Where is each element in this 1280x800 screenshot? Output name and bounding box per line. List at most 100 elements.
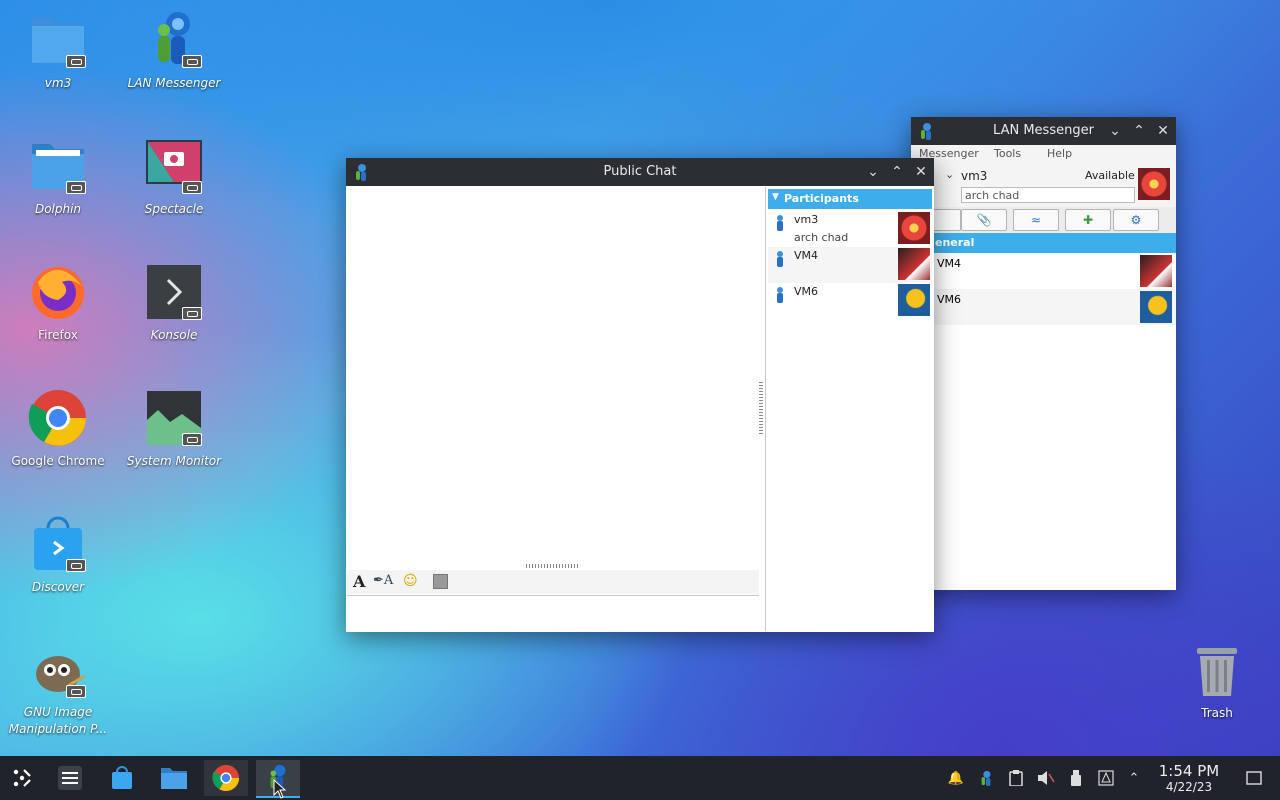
desktop-icon-label: Firefox — [38, 328, 78, 342]
participant-item[interactable]: vm3 arch chad — [768, 211, 932, 247]
shopping-bag-icon — [112, 766, 132, 789]
participant-avatar — [898, 212, 930, 244]
usb-device-icon[interactable] — [1066, 768, 1086, 788]
font-icon[interactable]: A — [353, 572, 365, 591]
message-history[interactable] — [347, 187, 759, 563]
minimize-button[interactable]: ⌄ — [864, 162, 882, 182]
minimize-button[interactable]: ⌄ — [1106, 121, 1124, 141]
clipboard-icon[interactable] — [1006, 768, 1026, 788]
avatar[interactable] — [1138, 168, 1170, 200]
desktop-icon-spectacle[interactable]: Spectacle — [119, 136, 229, 218]
note-input[interactable] — [961, 187, 1135, 203]
desktop-icon-label: Discover — [31, 580, 85, 594]
close-button[interactable]: ✕ — [912, 162, 930, 182]
titlebar[interactable]: Public Chat ⌄ ⌃ ✕ — [346, 158, 934, 186]
maximize-button[interactable]: ⌃ — [888, 162, 906, 182]
folder-icon — [28, 136, 88, 196]
participant-name: vm3 — [794, 213, 819, 226]
clock-time: 1:54 PM — [1158, 762, 1220, 780]
mouse-cursor-icon — [273, 779, 287, 799]
application-launcher-button[interactable] — [0, 760, 44, 796]
contact-item[interactable]: VM4 — [933, 253, 1176, 289]
contact-list: VM4 VM6 — [911, 253, 1176, 333]
desktop-icon-discover[interactable]: Discover — [3, 514, 113, 596]
status-dropdown-icon[interactable]: ⌄ — [945, 168, 954, 181]
lan-messenger-icon — [144, 10, 204, 70]
desktop-icon-system-monitor[interactable]: System Monitor — [119, 388, 229, 470]
desktop-icon-label: vm3 — [44, 76, 72, 90]
broadcast-button[interactable]: ≈ — [1013, 209, 1059, 231]
show-desktop-icon[interactable] — [1244, 768, 1264, 788]
taskbar-discover[interactable] — [100, 760, 144, 796]
menu-bar: Messenger Tools Help — [911, 145, 1176, 163]
person-icon — [777, 287, 783, 303]
participant-item[interactable]: VM4 — [768, 247, 932, 283]
menu-help[interactable]: Help — [1047, 147, 1072, 160]
volume-muted-icon[interactable] — [1036, 768, 1056, 788]
smiley-icon[interactable]: ☺ — [403, 573, 418, 589]
maximize-button[interactable]: ⌃ — [1130, 121, 1148, 141]
participant-name: VM6 — [794, 285, 819, 298]
add-contact-button[interactable]: ✚ — [1065, 209, 1111, 231]
desktop-icon-label: Dolphin — [34, 202, 82, 216]
settings-button[interactable]: ⚙ — [1113, 209, 1159, 231]
user-info-panel: ⌄ vm3 Available — [911, 163, 1176, 207]
vertical-splitter-handle[interactable] — [759, 382, 763, 436]
shopping-bag-icon — [28, 514, 88, 574]
clock[interactable]: 1:54 PM 4/22/23 — [1152, 762, 1226, 795]
participants-panel: ▼ Participants vm3 arch chad VM4 VM6 — [765, 187, 934, 631]
taskbar: 🔔 ⌃ 1:54 PM 4/22/23 — [0, 756, 1280, 800]
titlebar[interactable]: LAN Messenger ⌄ ⌃ ✕ — [911, 117, 1176, 145]
file-button[interactable]: 📎 — [961, 209, 1007, 231]
desktop-icon-lan-messenger[interactable]: LAN Messenger — [119, 10, 229, 92]
desktop-icon-gimp[interactable]: GNU Image Manipulation P... — [3, 640, 113, 738]
folder-icon — [161, 768, 187, 789]
taskbar-chrome[interactable] — [204, 760, 248, 796]
desktop-icon-label: Spectacle — [144, 202, 204, 216]
user-name: vm3 — [961, 169, 988, 183]
desktop-icon-trash[interactable]: Trash — [1162, 640, 1272, 722]
gimp-icon — [28, 640, 88, 700]
camera-icon — [144, 136, 204, 196]
group-header[interactable]: eneral — [911, 233, 1176, 253]
contact-name: VM6 — [937, 293, 962, 306]
taskbar-dolphin[interactable] — [152, 760, 196, 796]
desktop-icon-label: GNU Image Manipulation P... — [8, 705, 108, 736]
notifications-bell-icon[interactable]: 🔔 — [946, 768, 966, 788]
message-input[interactable] — [347, 595, 759, 632]
participant-note: arch chad — [794, 231, 849, 244]
desktop-icon-label: Google Chrome — [11, 454, 105, 468]
desktop-icon-firefox[interactable]: Firefox — [3, 262, 113, 344]
lan-messenger-window[interactable]: LAN Messenger ⌄ ⌃ ✕ Messenger Tools Help… — [911, 117, 1176, 590]
participant-avatar — [898, 248, 930, 280]
desktop-icon-label: Konsole — [150, 328, 198, 342]
kde-launcher-icon — [13, 769, 31, 787]
system-monitor-icon — [144, 388, 204, 448]
desktop-icon-konsole[interactable]: Konsole — [119, 262, 229, 344]
firefox-icon — [28, 262, 88, 322]
contact-item[interactable]: VM6 — [933, 289, 1176, 325]
trash-icon — [1187, 640, 1247, 700]
close-button[interactable]: ✕ — [1154, 121, 1172, 141]
contact-name: VM4 — [937, 257, 962, 270]
contact-avatar — [1140, 291, 1172, 323]
lan-messenger-tray-icon[interactable] — [976, 768, 996, 788]
participant-item[interactable]: VM6 — [768, 283, 932, 319]
taskbar-system-settings[interactable] — [48, 760, 92, 796]
status-label[interactable]: Available — [1085, 169, 1135, 182]
save-icon[interactable] — [433, 574, 448, 589]
desktop-icon-google-chrome[interactable]: Google Chrome — [3, 388, 113, 470]
desktop-icon-dolphin[interactable]: Dolphin — [3, 136, 113, 218]
desktop-icon-label: System Monitor — [126, 454, 222, 468]
chrome-icon — [212, 764, 240, 792]
participants-header[interactable]: ▼ Participants — [768, 189, 932, 209]
public-chat-window[interactable]: Public Chat ⌄ ⌃ ✕ A ✒A ☺ ▼ Participants … — [346, 158, 934, 632]
input-method-icon[interactable] — [1096, 768, 1116, 788]
chrome-icon — [28, 388, 88, 448]
horizontal-splitter-handle[interactable] — [526, 564, 580, 568]
folder-icon — [28, 10, 88, 70]
desktop-icon-vm3[interactable]: vm3 — [3, 10, 113, 92]
font-color-icon[interactable]: ✒A — [373, 573, 393, 588]
expand-tray-chevron-icon[interactable]: ⌃ — [1124, 768, 1144, 788]
menu-tools[interactable]: Tools — [994, 147, 1021, 160]
